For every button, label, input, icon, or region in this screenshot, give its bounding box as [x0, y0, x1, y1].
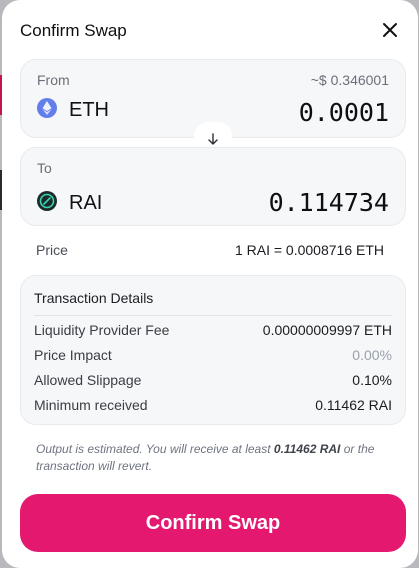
- detail-row-slippage: Allowed Slippage 0.10%: [34, 372, 392, 392]
- detail-value: 0.00000009997 ETH: [262, 322, 392, 338]
- modal-header: Confirm Swap: [20, 18, 400, 44]
- price-value[interactable]: 1 RAI = 0.0008716 ETH: [235, 242, 384, 258]
- detail-row-minimum-received: Minimum received 0.11462 RAI: [34, 397, 392, 417]
- detail-row-price-impact: Price Impact 0.00%: [34, 347, 392, 367]
- estimate-note: Output is estimated. You will receive at…: [36, 441, 384, 475]
- transaction-details: Transaction Details Liquidity Provider F…: [20, 275, 406, 425]
- detail-value: 0.10%: [352, 372, 392, 388]
- ethereum-icon: [37, 98, 57, 123]
- to-token: RAI: [37, 191, 102, 216]
- detail-key: Price Impact: [34, 347, 112, 363]
- detail-value: 0.00%: [352, 347, 392, 363]
- detail-key: Liquidity Provider Fee: [34, 322, 170, 338]
- from-label: From: [37, 72, 70, 88]
- from-usd-value: ~$ 0.346001: [310, 72, 389, 88]
- rai-icon: [37, 191, 57, 216]
- note-prefix: Output is estimated. You will receive at…: [36, 442, 274, 456]
- detail-key: Allowed Slippage: [34, 372, 142, 388]
- to-label: To: [37, 160, 52, 176]
- details-divider: [34, 315, 392, 316]
- close-icon[interactable]: [380, 20, 400, 40]
- modal-title: Confirm Swap: [20, 21, 127, 40]
- details-title: Transaction Details: [34, 290, 154, 306]
- confirm-swap-modal: Confirm Swap From ~$ 0.346001 ETH 0.0001: [2, 0, 418, 568]
- confirm-swap-button[interactable]: Confirm Swap: [20, 494, 406, 552]
- from-token: ETH: [37, 98, 109, 123]
- to-amount: 0.114734: [268, 188, 389, 217]
- from-token-symbol: ETH: [69, 99, 109, 121]
- to-card: To RAI 0.114734: [20, 147, 406, 226]
- detail-row-lp-fee: Liquidity Provider Fee 0.00000009997 ETH: [34, 322, 392, 342]
- detail-key: Minimum received: [34, 397, 148, 413]
- from-amount: 0.0001: [298, 98, 389, 127]
- price-label: Price: [36, 242, 68, 258]
- price-row: Price 1 RAI = 0.0008716 ETH: [36, 240, 384, 260]
- detail-value: 0.11462 RAI: [315, 397, 392, 413]
- note-amount: 0.11462 RAI: [273, 442, 341, 456]
- to-token-symbol: RAI: [69, 192, 103, 214]
